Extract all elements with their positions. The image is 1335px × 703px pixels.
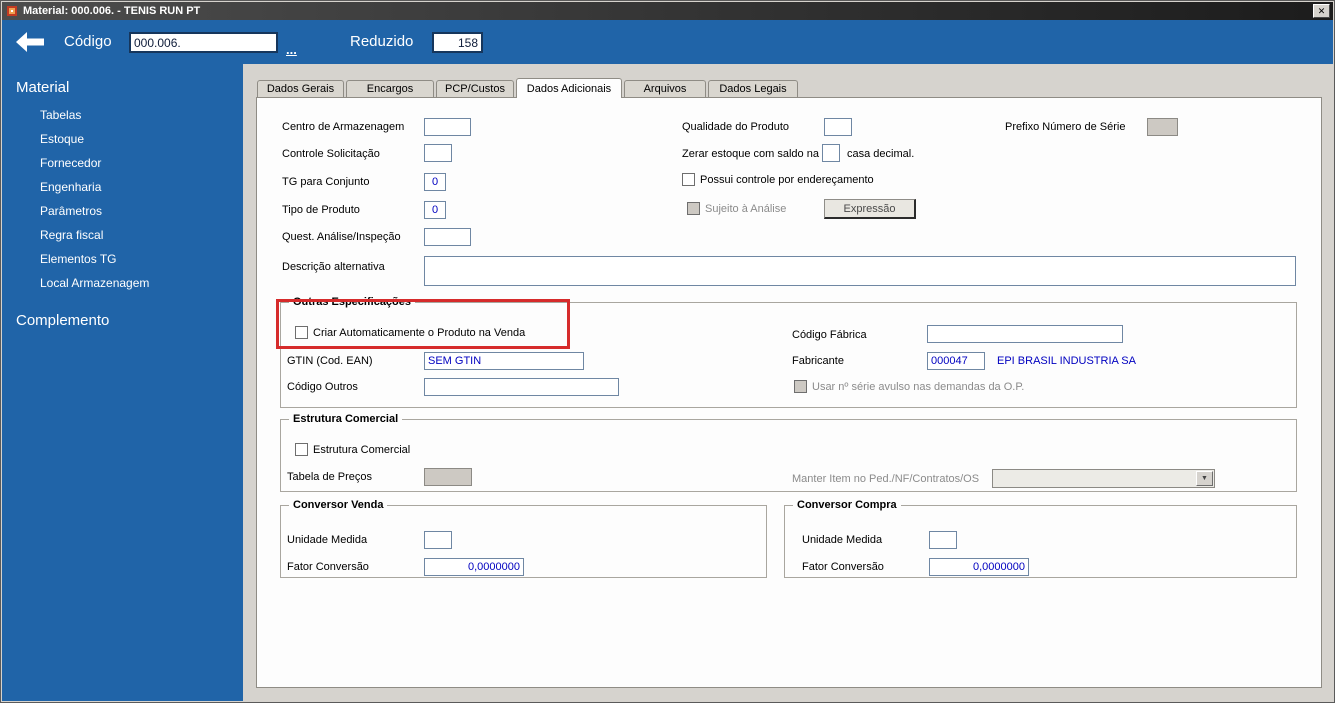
criar-automaticamente-checkbox[interactable] — [295, 326, 308, 339]
tab-dados-legais[interactable]: Dados Legais — [708, 80, 798, 97]
tabela-precos-label: Tabela de Preços — [287, 471, 372, 483]
tab-encargos[interactable]: Encargos — [346, 80, 434, 97]
manter-item-select: ▼ — [992, 469, 1215, 488]
sidebar-item-tabelas[interactable]: Tabelas — [40, 103, 81, 127]
tab-dados-gerais[interactable]: Dados Gerais — [257, 80, 344, 97]
estrutura-comercial-title: Estrutura Comercial — [289, 413, 403, 425]
tabela-precos-input — [424, 468, 472, 486]
app-window: Material: 000.006. - TENIS RUN PT ✕ Códi… — [0, 0, 1335, 703]
compra-unidade-medida-input[interactable] — [929, 531, 957, 549]
zerar-estoque-label: Zerar estoque com saldo na — [682, 148, 819, 160]
fabricante-code-input[interactable] — [927, 352, 985, 370]
zerar-estoque-input[interactable] — [822, 144, 840, 162]
header-bar: Código ... Reduzido — [2, 20, 1333, 64]
gtin-input[interactable] — [424, 352, 584, 370]
tipo-de-produto-input[interactable] — [424, 201, 446, 219]
estrutura-comercial-checkbox[interactable] — [295, 443, 308, 456]
manter-item-label: Manter Item no Ped./NF/Contratos/OS — [792, 473, 980, 485]
codigo-outros-input[interactable] — [424, 378, 619, 396]
zerar-estoque-suffix: casa decimal. — [847, 148, 915, 160]
sidebar-item-local-armazenagem[interactable]: Local Armazenagem — [40, 271, 149, 295]
sidebar-section-material[interactable]: Material — [16, 79, 69, 96]
tg-para-conjunto-input[interactable] — [424, 173, 446, 191]
venda-fator-conversao-label: Fator Conversão — [287, 561, 369, 573]
reduzido-input[interactable] — [432, 32, 483, 53]
usar-serie-avulso-label: Usar nº série avulso nas demandas da O.P… — [812, 381, 1025, 393]
tg-para-conjunto-label: TG para Conjunto — [282, 176, 370, 188]
centro-armazenagem-input[interactable] — [424, 118, 471, 136]
estrutura-comercial-group: Estrutura Comercial Estrutura Comercial … — [280, 413, 1297, 492]
gtin-label: GTIN (Cod. EAN) — [287, 355, 373, 367]
tipo-de-produto-label: Tipo de Produto — [282, 204, 360, 216]
fabricante-name: EPI BRASIL INDUSTRIA SA — [997, 355, 1136, 367]
venda-fator-conversao-input[interactable] — [424, 558, 524, 576]
venda-unidade-medida-input[interactable] — [424, 531, 452, 549]
venda-unidade-medida-label: Unidade Medida — [287, 534, 368, 546]
codigo-outros-label: Código Outros — [287, 381, 358, 393]
sidebar-item-engenharia[interactable]: Engenharia — [40, 175, 101, 199]
content-area: Dados Gerais Encargos PCP/Custos Dados A… — [243, 64, 1333, 701]
compra-fator-conversao-label: Fator Conversão — [802, 561, 884, 573]
tab-pcp-custos[interactable]: PCP/Custos — [436, 80, 514, 97]
sidebar-item-elementos-tg[interactable]: Elementos TG — [40, 247, 116, 271]
tab-arquivos[interactable]: Arquivos — [624, 80, 706, 97]
controle-solicitacao-label: Controle Solicitação — [282, 148, 380, 160]
sujeito-analise-checkbox — [687, 202, 700, 215]
usar-serie-avulso-checkbox — [794, 380, 807, 393]
reduzido-label: Reduzido — [350, 33, 414, 50]
conversor-compra-group: Conversor Compra Unidade Medida Fator Co… — [784, 499, 1297, 578]
codigo-fabrica-input[interactable] — [927, 325, 1123, 343]
conversor-compra-title: Conversor Compra — [793, 499, 901, 511]
close-icon[interactable]: ✕ — [1313, 4, 1330, 18]
possui-controle-checkbox[interactable] — [682, 173, 695, 186]
qualidade-produto-label: Qualidade do Produto — [682, 121, 790, 133]
sujeito-analise-label: Sujeito à Análise — [705, 203, 787, 215]
qualidade-produto-input[interactable] — [824, 118, 852, 136]
codigo-fabrica-label: Código Fábrica — [792, 329, 867, 341]
tab-dados-adicionais[interactable]: Dados Adicionais — [516, 78, 622, 98]
quest-analise-label: Quest. Análise/Inspeção — [282, 231, 401, 243]
sidebar-item-fornecedor[interactable]: Fornecedor — [40, 151, 101, 175]
compra-fator-conversao-input[interactable] — [929, 558, 1029, 576]
descricao-alternativa-input[interactable] — [424, 256, 1296, 286]
sidebar-item-estoque[interactable]: Estoque — [40, 127, 84, 151]
prefixo-serie-input — [1147, 118, 1178, 136]
fabricante-label: Fabricante — [792, 355, 844, 367]
codigo-browse-link[interactable]: ... — [286, 42, 297, 57]
sidebar-item-parametros[interactable]: Parâmetros — [40, 199, 102, 223]
outras-especificacoes-group: Outras Especificações Criar Automaticame… — [280, 296, 1297, 408]
codigo-label: Código — [64, 33, 112, 50]
sidebar-item-regra-fiscal[interactable]: Regra fiscal — [40, 223, 103, 247]
prefixo-serie-label: Prefixo Número de Série — [1005, 121, 1126, 133]
sidebar-section-complemento[interactable]: Complemento — [16, 312, 109, 329]
centro-armazenagem-label: Centro de Armazenagem — [282, 121, 405, 133]
dados-adicionais-panel: Centro de Armazenagem Controle Solicitaç… — [256, 97, 1322, 688]
possui-controle-label: Possui controle por endereçamento — [700, 174, 874, 186]
conversor-venda-title: Conversor Venda — [289, 499, 388, 511]
estrutura-comercial-checkbox-label: Estrutura Comercial — [313, 444, 411, 456]
conversor-venda-group: Conversor Venda Unidade Medida Fator Con… — [280, 499, 767, 578]
sidebar-nav: Material Tabelas Estoque Fornecedor Enge… — [2, 64, 243, 701]
dropdown-arrow-icon: ▼ — [1196, 471, 1213, 486]
app-icon — [7, 6, 17, 16]
expressao-button[interactable]: Expressão — [824, 199, 916, 219]
outras-especificacoes-title: Outras Especificações — [289, 296, 416, 308]
compra-unidade-medida-label: Unidade Medida — [802, 534, 883, 546]
quest-analise-input[interactable] — [424, 228, 471, 246]
title-bar: Material: 000.006. - TENIS RUN PT ✕ — [2, 2, 1333, 20]
codigo-input[interactable] — [129, 32, 278, 53]
criar-automaticamente-label: Criar Automaticamente o Produto na Venda — [313, 327, 526, 339]
descricao-alternativa-label: Descrição alternativa — [282, 261, 385, 273]
tab-bar: Dados Gerais Encargos PCP/Custos Dados A… — [257, 78, 800, 98]
controle-solicitacao-input[interactable] — [424, 144, 452, 162]
back-arrow-icon[interactable] — [14, 31, 46, 56]
window-title: Material: 000.006. - TENIS RUN PT — [23, 5, 201, 17]
